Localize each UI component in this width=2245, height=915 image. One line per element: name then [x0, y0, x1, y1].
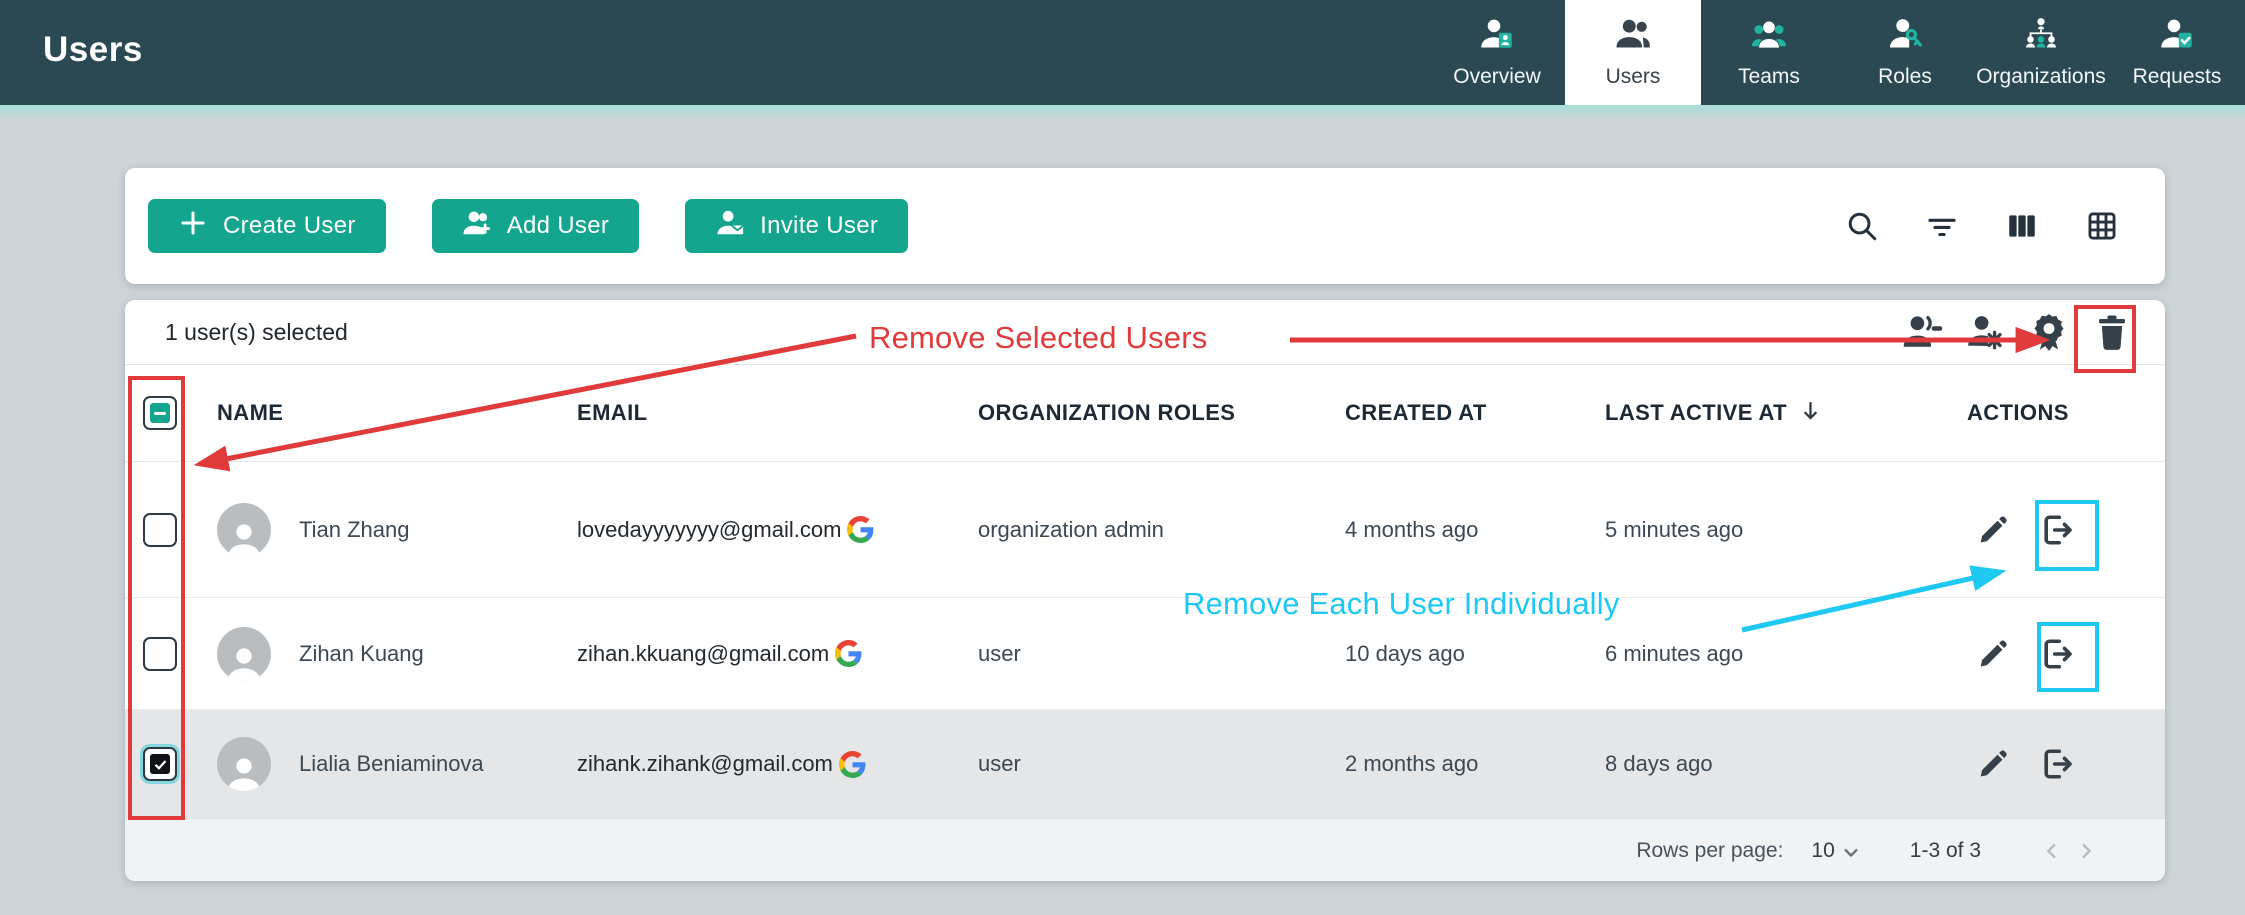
search-icon[interactable] — [1845, 209, 1879, 243]
remove-user-row-icon[interactable] — [2039, 746, 2075, 782]
nav-tabs: Overview Users Teams — [1429, 0, 2245, 105]
created-at: 10 days ago — [1345, 641, 1465, 666]
plus-icon — [178, 208, 208, 245]
org-hierarchy-icon — [2023, 16, 2059, 58]
selection-count: 1 user(s) selected — [165, 319, 348, 346]
user-settings-icon[interactable] — [1965, 311, 2007, 353]
filter-icon[interactable] — [1925, 209, 1959, 243]
selection-bar: 1 user(s) selected — [125, 300, 2165, 365]
check-mark — [150, 754, 170, 774]
col-header-org-roles[interactable]: ORGANIZATION ROLES — [978, 400, 1235, 425]
table-pagination: Rows per page: 10 1-3 of 3 — [125, 818, 2165, 881]
tab-label: Requests — [2133, 65, 2222, 89]
google-icon — [835, 640, 862, 667]
user-email: zihank.zihank@gmail.com — [577, 751, 833, 777]
user-email: lovedayyyyyyy@gmail.com — [577, 517, 841, 543]
rows-per-page-select[interactable]: 10 — [1811, 839, 1857, 863]
dropdown-caret-icon — [1844, 839, 1858, 863]
row-checkbox[interactable] — [143, 637, 177, 671]
table-header-row: NAME EMAIL ORGANIZATION ROLES CREATED AT… — [125, 365, 2165, 462]
person-key-icon — [1887, 16, 1923, 58]
user-name: Tian Zhang — [299, 517, 409, 543]
last-active-at: 5 minutes ago — [1605, 517, 1743, 543]
tab-roles[interactable]: Roles — [1837, 0, 1973, 105]
last-active-at: 8 days ago — [1605, 751, 1713, 777]
google-icon — [847, 516, 874, 543]
invite-user-button[interactable]: Invite User — [685, 199, 908, 253]
tab-label: Teams — [1738, 65, 1800, 89]
person-mail-icon — [715, 208, 745, 245]
google-icon — [839, 751, 866, 778]
tab-users[interactable]: Users — [1565, 0, 1701, 105]
table-row: Tian Zhang lovedayyyyyyy@gmail.com organ… — [125, 462, 2165, 598]
user-email: zihan.kkuang@gmail.com — [577, 641, 829, 667]
award-icon[interactable] — [2028, 311, 2070, 353]
teams-icon — [1751, 16, 1787, 58]
sort-desc-icon[interactable] — [1797, 397, 1824, 430]
view-column-icon[interactable] — [2005, 209, 2039, 243]
table-row-selected: Lialia Beniaminova zihank.zihank@gmail.c… — [125, 710, 2165, 818]
tab-label: Users — [1606, 65, 1661, 89]
created-at: 4 months ago — [1345, 517, 1478, 542]
row-checkbox[interactable] — [143, 513, 177, 547]
edit-user-icon[interactable] — [1975, 636, 2011, 672]
create-user-button[interactable]: Create User — [148, 199, 386, 253]
tab-label: Roles — [1878, 65, 1932, 89]
users-icon — [1615, 16, 1651, 58]
remove-user-icon[interactable] — [1902, 311, 1944, 353]
org-role: user — [978, 751, 1021, 776]
user-name: Zihan Kuang — [299, 641, 424, 667]
person-check-icon — [2159, 16, 2195, 58]
tab-organizations[interactable]: Organizations — [1973, 0, 2109, 105]
remove-user-row-icon[interactable] — [2039, 636, 2075, 672]
tab-requests[interactable]: Requests — [2109, 0, 2245, 105]
tab-overview[interactable]: Overview — [1429, 0, 1565, 105]
user-name: Lialia Beniaminova — [299, 751, 484, 777]
row-checkbox-checked[interactable] — [143, 747, 177, 781]
tab-teams[interactable]: Teams — [1701, 0, 1837, 105]
col-header-name[interactable]: NAME — [217, 400, 283, 426]
col-header-last-active-at[interactable]: LAST ACTIVE AT — [1605, 400, 1787, 426]
col-header-actions: ACTIONS — [1967, 400, 2069, 426]
select-all-checkbox[interactable] — [143, 396, 177, 430]
next-page-icon[interactable] — [2069, 834, 2103, 868]
add-user-button[interactable]: Add User — [432, 199, 639, 253]
tab-label: Overview — [1453, 65, 1541, 89]
header-accent-strip — [0, 105, 2245, 119]
rows-per-page-label: Rows per page: — [1636, 839, 1783, 863]
col-header-email[interactable]: EMAIL — [577, 400, 647, 426]
tab-label: Organizations — [1976, 65, 2106, 89]
remove-user-row-icon[interactable] — [2039, 512, 2075, 548]
users-toolbar: Create User Add User Invite User — [125, 168, 2165, 284]
edit-user-icon[interactable] — [1975, 512, 2011, 548]
prev-page-icon[interactable] — [2035, 834, 2069, 868]
org-role: organization admin — [978, 517, 1164, 542]
created-at: 2 months ago — [1345, 751, 1478, 776]
person-plus-icon — [462, 208, 492, 245]
page-title: Users — [43, 30, 143, 70]
users-table-card: 1 user(s) selected — [125, 300, 2165, 881]
grid-view-icon[interactable] — [2085, 209, 2119, 243]
avatar — [217, 627, 271, 681]
col-header-created-at[interactable]: CREATED AT — [1345, 400, 1487, 425]
last-active-at: 6 minutes ago — [1605, 641, 1743, 667]
app-header: Users Overview Users — [0, 0, 2245, 105]
person-badge-icon — [1479, 16, 1515, 58]
table-row: Zihan Kuang zihan.kkuang@gmail.com user … — [125, 598, 2165, 710]
table-tools — [1845, 209, 2165, 243]
bulk-actions — [1902, 311, 2165, 353]
org-role: user — [978, 641, 1021, 666]
avatar — [217, 737, 271, 791]
delete-icon[interactable] — [2091, 311, 2133, 353]
avatar — [217, 503, 271, 557]
indeterminate-mark — [150, 403, 170, 423]
pagination-range: 1-3 of 3 — [1910, 839, 1981, 863]
edit-user-icon[interactable] — [1975, 746, 2011, 782]
